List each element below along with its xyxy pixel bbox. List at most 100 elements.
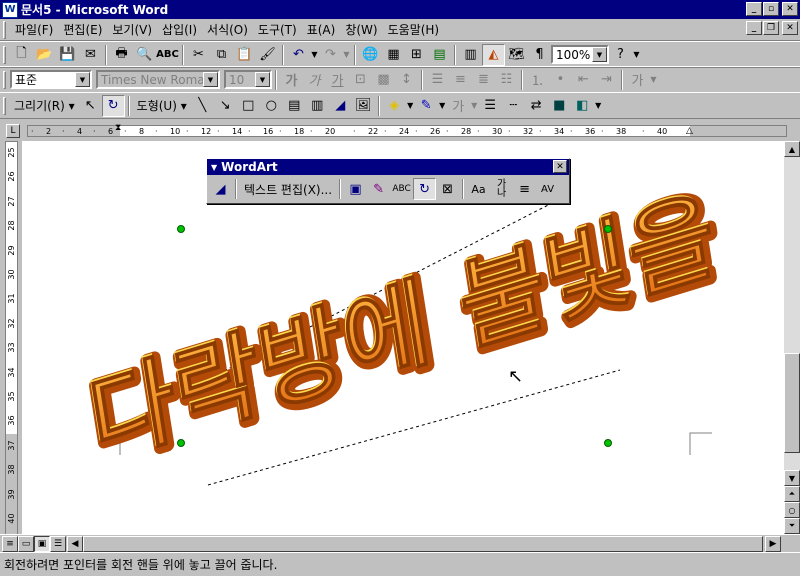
clip-art-icon[interactable]: 🖼 [352,95,375,117]
wordart-free-rotate-icon[interactable]: ↻ [413,178,437,200]
format-wordart-icon[interactable]: ✎ [367,178,390,200]
resize-handle-bottom-left[interactable] [177,439,185,447]
columns-icon[interactable]: ▥ [459,44,482,66]
resize-handle-top-right[interactable] [604,225,612,233]
cut-icon[interactable]: ✂ [187,44,210,66]
zoom-dropdown-icon[interactable]: ▼ [592,47,607,62]
maximize-button[interactable]: ▫ [763,2,779,16]
size-combo[interactable]: 10 ▼ [224,70,272,89]
free-rotate-icon[interactable]: ↻ [101,94,125,117]
horizontal-scrollbar[interactable]: ≡ ▭ ▣ ☰ ◀ ▶ [0,534,800,552]
hyperlink-icon[interactable]: 🌐 [359,44,382,66]
right-indent-icon[interactable]: △ [686,126,693,136]
italic-icon[interactable]: 가 [303,69,326,91]
new-document-icon[interactable]: 🗋 [10,44,33,66]
next-page-icon[interactable]: ⏷ [784,518,800,534]
tab-selector-icon[interactable]: L [6,124,20,138]
bold-icon[interactable]: 가 [280,69,303,91]
size-dropdown-icon[interactable]: ▼ [255,72,270,87]
numbering-icon[interactable]: ⒈ [526,69,549,91]
increase-indent-icon[interactable]: ⇥ [595,69,618,91]
title-bar[interactable]: W 문서5 - Microsoft Word _ ▫ ✕ [0,0,800,19]
doc-restore-button[interactable]: ❐ [763,21,779,35]
insert-table-icon[interactable]: ⊞ [405,44,428,66]
menu-file[interactable]: 파일(F) [10,21,58,38]
outline-view-icon[interactable]: ☰ [50,536,66,552]
menu-grip-handle[interactable] [3,20,6,39]
first-line-indent-icon[interactable]: ⧗ [115,123,121,133]
rectangle-icon[interactable]: □ [237,95,260,117]
select-objects-icon[interactable]: ↖ [79,95,102,117]
arrow-icon[interactable]: ↘ [214,95,237,117]
word-app-icon[interactable]: W [2,1,18,18]
toolbar-menu-icon[interactable]: ▼ [211,163,217,172]
text-box-icon[interactable]: ▤ [283,95,306,117]
menu-window[interactable]: 창(W) [340,21,382,38]
open-folder-icon[interactable]: 📂 [33,44,56,66]
doc-close-button[interactable]: ✕ [782,21,798,35]
font-color-draw-icon[interactable]: 가 [447,95,470,117]
resize-handle-top-left[interactable] [177,225,185,233]
resize-handle-bottom-right[interactable] [604,439,612,447]
menu-edit[interactable]: 편집(E) [58,21,107,38]
font-color-dropdown-icon[interactable]: ▼ [649,75,658,84]
print-icon[interactable]: 🖶 [110,44,133,66]
insert-excel-icon[interactable]: ▤ [428,44,451,66]
line-color-dropdown-icon[interactable]: ▼ [438,101,447,110]
line-icon[interactable]: ╲ [191,95,214,117]
character-spacing-icon[interactable]: AV [536,178,559,200]
horizontal-ruler[interactable]: L 2 · 4 · 6 · 8 · 10 · 12 · 14 · 16 · 18 · 20 · 22 · 24 · 26 · 28 ·… [0,121,800,141]
font-dropdown-icon[interactable]: ▼ [203,72,218,87]
horizontal-scroll-thumb[interactable] [83,536,763,552]
undo-icon[interactable]: ↶ [287,44,310,66]
web-layout-view-icon[interactable]: ▭ [18,536,34,552]
minimize-button[interactable]: _ [746,2,762,16]
paste-icon[interactable]: 📋 [233,44,256,66]
show-hide-icon[interactable]: ¶ [528,44,551,66]
align-right-icon[interactable]: ≣ [472,69,495,91]
align-center-icon[interactable]: ≡ [449,69,472,91]
shadow-icon[interactable]: ■ [548,95,571,117]
previous-page-icon[interactable]: ⏶ [784,486,800,502]
menu-format[interactable]: 서식(O) [202,21,253,38]
print-layout-view-icon[interactable]: ▣ [34,536,50,552]
insert-wordart-icon[interactable]: ◢ [209,178,232,200]
help-icon[interactable]: ? [609,44,632,66]
edit-text-button[interactable]: 텍스트 편집(X)... [240,178,336,200]
dash-style-icon[interactable]: ┄ [502,95,525,117]
more-buttons-icon[interactable]: ▼ [632,50,641,59]
doc-minimize-button[interactable]: _ [746,21,762,35]
vertical-scroll-thumb[interactable] [784,353,800,453]
char-shading-icon[interactable]: ▩ [372,69,395,91]
toolbar-grip[interactable] [3,70,6,89]
vertical-ruler[interactable]: 25 26 27 28 29 30 31 32 33 34 35 36 37 38 39 40 [0,141,22,534]
copy-icon[interactable]: ⧉ [210,44,233,66]
style-combo[interactable]: 표준 ▼ [10,70,92,89]
scroll-right-icon[interactable]: ▶ [765,536,781,552]
font-color-draw-dropdown-icon[interactable]: ▼ [470,101,479,110]
style-dropdown-icon[interactable]: ▼ [75,72,90,87]
wordart-toolbar-close-button[interactable]: ✕ [553,160,567,173]
browse-object-icon[interactable]: ○ [784,502,800,518]
toolbar-grip[interactable] [3,45,6,64]
scroll-left-icon[interactable]: ◀ [67,536,83,552]
arrow-style-icon[interactable]: ⇄ [525,95,548,117]
format-painter-icon[interactable]: 🖌 [256,44,279,66]
close-button[interactable]: ✕ [782,2,798,16]
email-icon[interactable]: ✉ [79,44,102,66]
undo-dropdown-icon[interactable]: ▼ [310,50,319,59]
fill-color-dropdown-icon[interactable]: ▼ [406,101,415,110]
normal-view-icon[interactable]: ≡ [2,536,18,552]
line-style-icon[interactable]: ☰ [479,95,502,117]
toolbar-grip[interactable] [3,96,6,115]
menu-table[interactable]: 표(A) [302,21,341,38]
zoom-combo[interactable]: 100% ▼ [551,45,609,64]
font-combo[interactable]: Times New Roman ▼ [96,70,220,89]
bullets-icon[interactable]: • [549,69,572,91]
draw-menu-button[interactable]: 그리기(R) ▾ [10,95,79,117]
print-preview-icon[interactable]: 🔍 [133,44,156,66]
drawing-icon[interactable]: ◭ [482,43,505,66]
scroll-up-icon[interactable]: ▲ [784,141,800,157]
menu-help[interactable]: 도움말(H) [383,21,445,38]
fill-color-icon[interactable]: ◈ [383,95,406,117]
